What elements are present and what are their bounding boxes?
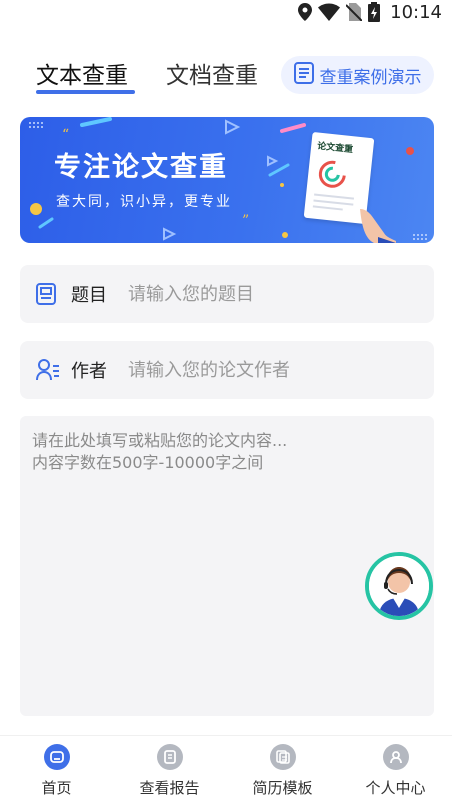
author-label: 作者 xyxy=(71,361,107,382)
active-tab-indicator xyxy=(36,90,135,94)
case-demo-label: 查重案例演示 xyxy=(319,67,422,88)
status-time: 10:14 xyxy=(390,1,442,23)
nav-home-label: 首页 xyxy=(41,779,72,797)
tab-text-check[interactable]: 文本查重 xyxy=(36,56,128,90)
nav-resume-templates-label: 简历模板 xyxy=(252,779,313,797)
promo-banner[interactable]: “ ” 专注论文查重 查大同，识小异，更专业 论文查重 xyxy=(20,117,434,243)
document-list-icon xyxy=(293,61,314,89)
document-icon xyxy=(36,283,56,309)
wifi-icon xyxy=(318,3,341,21)
bottom-navigation: 首页 查看报告 简历模板 个人中心 xyxy=(0,735,452,803)
content-textarea[interactable] xyxy=(32,430,332,510)
author-input[interactable] xyxy=(128,353,418,387)
report-icon xyxy=(156,744,183,770)
tab-bar: 文本查重 文档查重 查重案例演示 xyxy=(0,52,452,98)
svg-text:“: “ xyxy=(62,127,69,143)
tab-document-check[interactable]: 文档查重 xyxy=(166,56,258,90)
status-bar: 10:14 xyxy=(0,0,452,24)
nav-reports-label: 查看报告 xyxy=(139,779,200,797)
author-field: 作者 xyxy=(20,341,434,399)
nav-reports[interactable]: 查看报告 xyxy=(113,744,226,800)
case-demo-button[interactable]: 查重案例演示 xyxy=(281,56,434,94)
nav-home[interactable]: 首页 xyxy=(0,744,113,800)
nav-resume-templates[interactable]: 简历模板 xyxy=(226,744,339,800)
template-icon xyxy=(269,744,296,770)
title-field: 题目 xyxy=(20,265,434,323)
home-icon xyxy=(43,744,70,770)
nav-profile[interactable]: 个人中心 xyxy=(339,744,452,800)
banner-title: 专注论文查重 xyxy=(54,152,228,183)
location-icon xyxy=(298,3,313,21)
hand-illustration xyxy=(360,209,396,243)
svg-text:”: ” xyxy=(242,213,249,229)
support-agent-icon xyxy=(369,556,429,616)
profile-icon xyxy=(382,744,409,770)
no-sim-icon xyxy=(346,3,363,21)
battery-icon xyxy=(368,2,381,22)
nav-profile-label: 个人中心 xyxy=(365,779,426,797)
title-input[interactable] xyxy=(128,277,418,311)
title-label: 题目 xyxy=(71,285,107,306)
user-list-icon xyxy=(36,359,60,385)
customer-support-button[interactable] xyxy=(365,552,433,620)
banner-subtitle: 查大同，识小异，更专业 xyxy=(56,194,232,210)
